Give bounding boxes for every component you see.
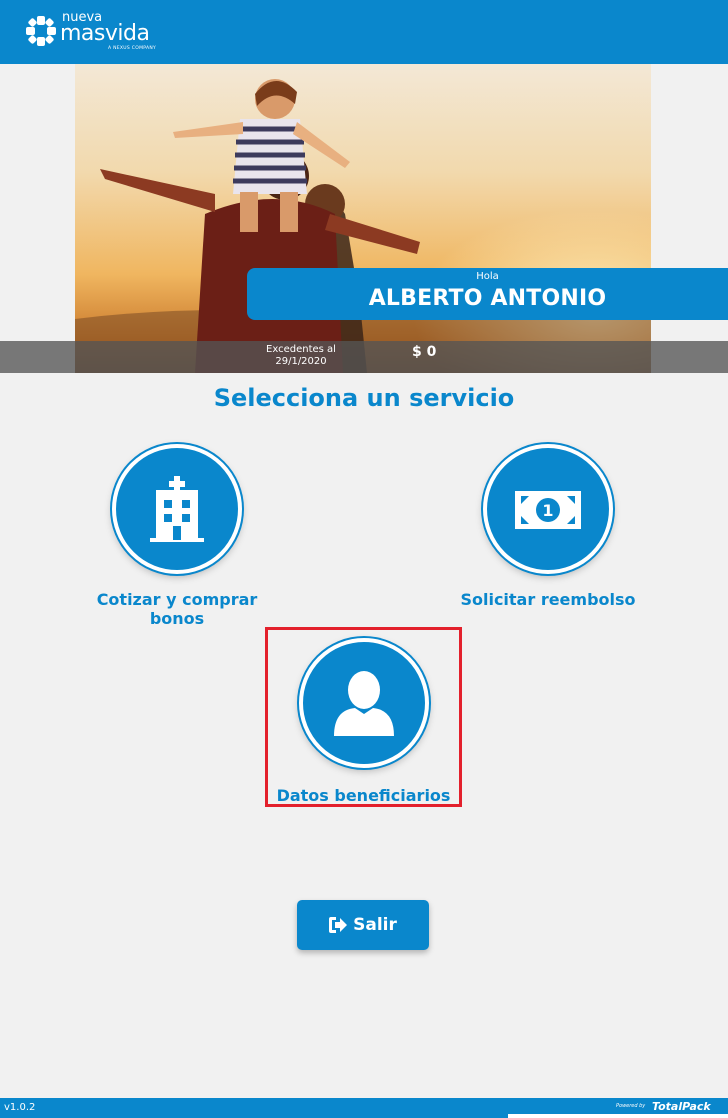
masvida-logo[interactable]: nueva masvida A NEXUS COMPANY bbox=[24, 10, 164, 54]
page-title: Selecciona un servicio bbox=[213, 384, 515, 412]
excess-balance-bar: Excedentes al 29/1/2020 $ 0 bbox=[0, 341, 728, 373]
greeting-banner: Hola ALBERTO ANTONIO bbox=[247, 268, 728, 320]
service-quote-bonds-label: Cotizar y comprar bonos bbox=[96, 590, 258, 628]
service-beneficiaries-button[interactable] bbox=[298, 638, 429, 768]
logo-star-icon bbox=[26, 16, 56, 46]
excess-amount: $ 0 bbox=[412, 344, 437, 360]
family-silhouette-illustration bbox=[75, 79, 651, 373]
user-name: ALBERTO ANTONIO bbox=[368, 286, 607, 311]
exit-button-label: Salir bbox=[353, 915, 397, 935]
service-quote-bonds-button[interactable] bbox=[112, 444, 242, 574]
svg-text:1: 1 bbox=[542, 501, 553, 520]
service-beneficiaries[interactable]: Datos beneficiarios bbox=[265, 627, 462, 807]
footer-scroll-strip bbox=[508, 1114, 728, 1118]
logo-tagline: A NEXUS COMPANY bbox=[108, 46, 157, 51]
exit-button[interactable]: Salir bbox=[297, 900, 429, 950]
service-reimbursement[interactable]: 1 Solicitar reembolso bbox=[453, 444, 643, 609]
money-icon: 1 bbox=[515, 491, 581, 529]
excess-label: Excedentes al 29/1/2020 bbox=[266, 344, 336, 367]
sign-out-icon bbox=[329, 917, 348, 933]
powered-by-label: Powered by bbox=[616, 1103, 646, 1109]
logo-main-text: masvida bbox=[60, 21, 150, 46]
greeting-label: Hola bbox=[476, 271, 499, 282]
service-quote-bonds[interactable]: Cotizar y comprar bonos bbox=[92, 444, 262, 628]
hospital-icon bbox=[150, 476, 204, 542]
service-reimbursement-label: Solicitar reembolso bbox=[460, 590, 636, 609]
totalpack-brand: TotalPack bbox=[652, 1100, 711, 1113]
service-reimbursement-button[interactable]: 1 bbox=[483, 444, 613, 574]
hero-family-image bbox=[75, 64, 651, 373]
app-header: nueva masvida A NEXUS COMPANY bbox=[0, 0, 728, 64]
user-icon bbox=[333, 671, 394, 736]
app-version: v1.0.2 bbox=[4, 1102, 36, 1113]
service-beneficiaries-label: Datos beneficiarios bbox=[276, 786, 451, 805]
